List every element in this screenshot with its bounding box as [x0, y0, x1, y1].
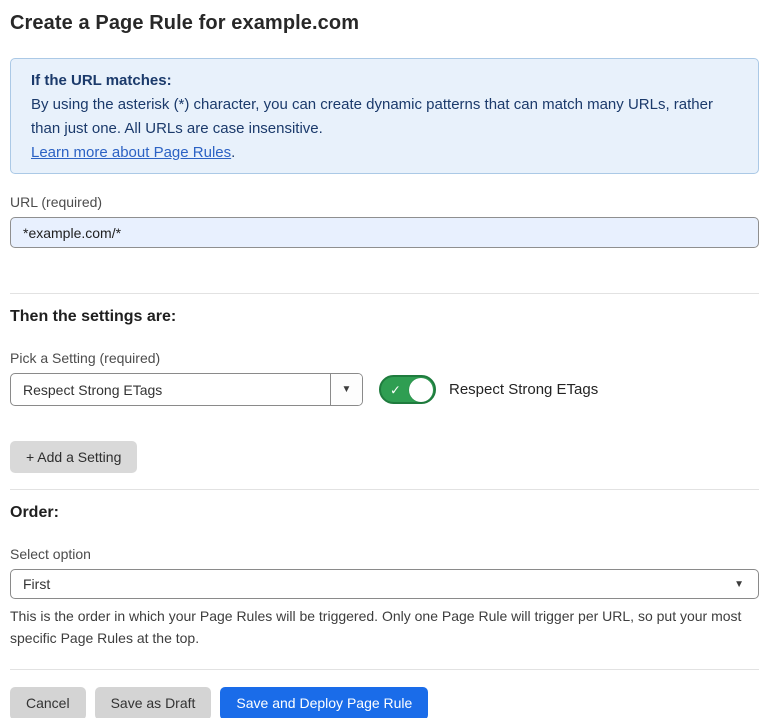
setting-dropdown-value: Respect Strong ETags: [11, 374, 330, 405]
info-box-heading: If the URL matches:: [31, 69, 738, 93]
order-heading: Order:: [10, 504, 759, 522]
setting-toggle[interactable]: ✓: [379, 375, 436, 404]
save-deploy-button[interactable]: Save and Deploy Page Rule: [220, 687, 428, 718]
info-box-body: By using the asterisk (*) character, you…: [31, 96, 713, 137]
url-input[interactable]: [10, 217, 759, 248]
order-help-text: This is the order in which your Page Rul…: [10, 605, 755, 649]
setting-dropdown-caret-button[interactable]: ▼: [330, 374, 362, 405]
check-icon: ✓: [390, 383, 401, 396]
pick-setting-label: Pick a Setting (required): [10, 350, 759, 366]
settings-heading: Then the settings are:: [10, 308, 759, 326]
setting-dropdown[interactable]: Respect Strong ETags ▼: [10, 373, 363, 406]
footer-divider: [10, 669, 759, 670]
toggle-label: Respect Strong ETags: [449, 381, 598, 398]
order-select-label: Select option: [10, 546, 759, 562]
page-rule-form: Create a Page Rule for example.com If th…: [0, 0, 769, 718]
cancel-button[interactable]: Cancel: [10, 687, 86, 718]
caret-down-icon: ▼: [342, 385, 352, 395]
order-select[interactable]: First ▼: [10, 569, 759, 599]
setting-row: Respect Strong ETags ▼ ✓ Respect Strong …: [10, 373, 759, 406]
add-setting-button[interactable]: + Add a Setting: [10, 441, 137, 473]
link-suffix: .: [231, 144, 235, 161]
learn-more-link[interactable]: Learn more about Page Rules: [31, 144, 231, 161]
toggle-knob: [409, 378, 433, 402]
page-title: Create a Page Rule for example.com: [10, 12, 759, 35]
caret-down-icon: ▼: [734, 579, 758, 590]
url-field-label: URL (required): [10, 194, 759, 210]
url-match-info-box: If the URL matches: By using the asteris…: [10, 58, 759, 174]
section-divider: [10, 293, 759, 294]
save-draft-button[interactable]: Save as Draft: [95, 687, 212, 718]
order-select-value: First: [11, 576, 734, 592]
footer-buttons: Cancel Save as Draft Save and Deploy Pag…: [10, 687, 759, 718]
section-divider: [10, 489, 759, 490]
